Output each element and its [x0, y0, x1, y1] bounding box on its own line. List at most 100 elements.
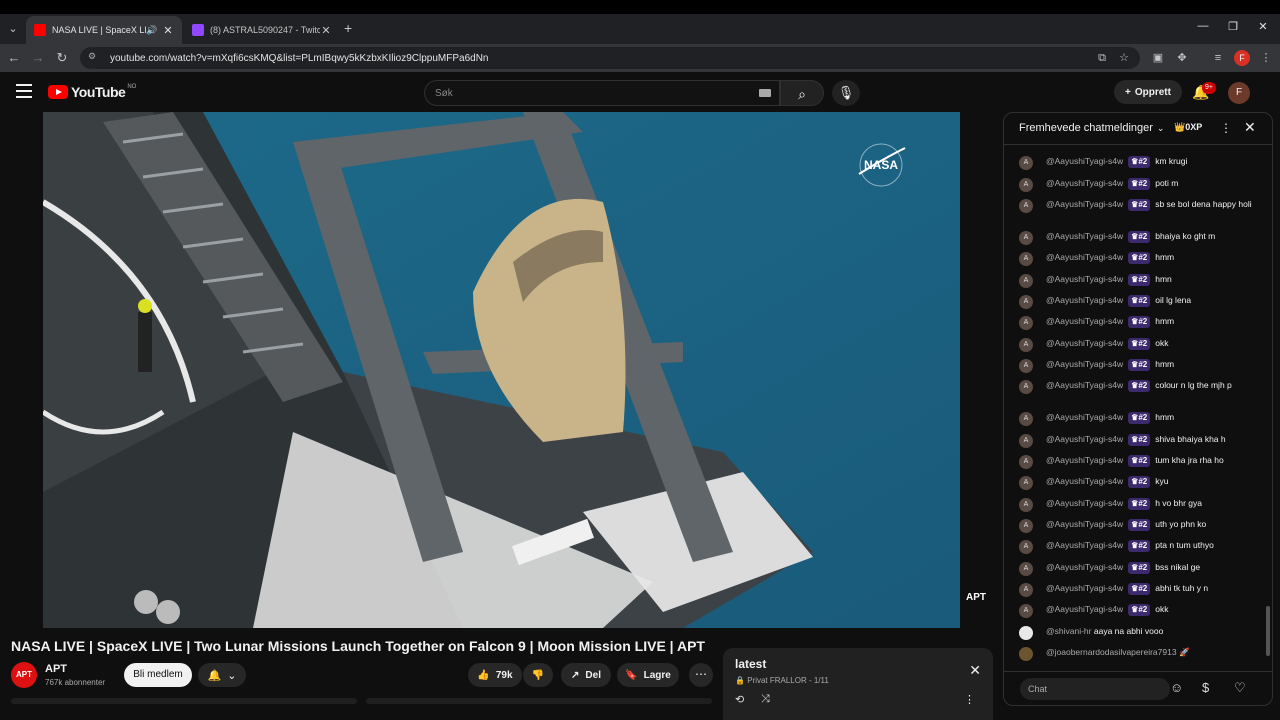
chat-message[interactable]: A @AayushiTyagi-s4w ♛#2 km krugi	[1004, 155, 1266, 170]
chat-author[interactable]: @AayushiTyagi-s4w	[1046, 498, 1123, 508]
chat-avatar[interactable]: A	[1019, 316, 1033, 330]
chat-avatar[interactable]: A	[1019, 562, 1033, 576]
install-app-icon[interactable]: ⧉	[1094, 50, 1110, 66]
account-avatar[interactable]: F	[1228, 82, 1250, 104]
close-window-icon[interactable]: ✕	[1248, 20, 1278, 33]
join-button[interactable]: Bli medlem	[124, 663, 192, 687]
chat-author[interactable]: @AayushiTyagi-s4w	[1046, 380, 1123, 390]
chat-avatar[interactable]: A	[1019, 434, 1033, 448]
channel-avatar[interactable]: APT	[11, 662, 37, 688]
chat-avatar[interactable]: A	[1019, 583, 1033, 597]
save-button[interactable]: 🔖 Lagre	[617, 663, 679, 687]
chat-author[interactable]: @AayushiTyagi-s4w	[1046, 156, 1123, 166]
close-tab-icon[interactable]: ✕	[162, 24, 174, 37]
chat-message[interactable]: A @AayushiTyagi-s4w ♛#2 shiva bhaiya kha h	[1004, 433, 1266, 448]
chat-author[interactable]: @AayushiTyagi-s4w	[1046, 338, 1123, 348]
chat-author[interactable]: @AayushiTyagi-s4w	[1046, 274, 1123, 284]
youtube-logo[interactable]: YouTube NO	[48, 84, 136, 100]
chat-message[interactable]: A @AayushiTyagi-s4w ♛#2 h vo bhr gya	[1004, 497, 1266, 512]
chat-message[interactable]: A @AayushiTyagi-s4w ♛#2 kyu	[1004, 475, 1266, 490]
hamburger-menu-icon[interactable]	[16, 84, 32, 98]
back-icon[interactable]: ←	[6, 50, 22, 66]
keyboard-icon[interactable]	[759, 89, 771, 97]
chat-author[interactable]: @shivani-hr	[1046, 626, 1091, 636]
chat-author[interactable]: @AayushiTyagi-s4w	[1046, 231, 1123, 241]
chat-mode-dropdown[interactable]: Fremhevede chatmeldinger ⌄	[1019, 122, 1164, 134]
chat-scrollbar[interactable]	[1266, 606, 1270, 656]
tab-youtube[interactable]: NASA LIVE | SpaceX LIVE | T 🔊 ✕	[26, 16, 182, 44]
dislike-button[interactable]: 👎	[523, 663, 553, 687]
bookmark-star-icon[interactable]: ☆	[1116, 50, 1132, 66]
chat-message[interactable]: A @AayushiTyagi-s4w ♛#2 tum kha jra rha ho	[1004, 454, 1266, 469]
chat-avatar[interactable]: A	[1019, 498, 1033, 512]
chat-avatar[interactable]: A	[1019, 604, 1033, 618]
chat-author[interactable]: @AayushiTyagi-s4w	[1046, 476, 1123, 486]
chat-message[interactable]: A @AayushiTyagi-s4w ♛#2 colour n lg the mjh…	[1004, 379, 1266, 394]
chat-avatar[interactable]	[1019, 647, 1033, 661]
chat-author[interactable]: @joaobernardodasilvapereira7913	[1046, 647, 1177, 657]
chat-author[interactable]: @AayushiTyagi-s4w	[1046, 540, 1123, 550]
create-button[interactable]: + Opprett	[1114, 80, 1182, 104]
speaker-icon[interactable]: 🔊	[146, 25, 158, 36]
close-chat-icon[interactable]: ✕	[1244, 119, 1256, 136]
chat-message[interactable]: A @AayushiTyagi-s4w ♛#2 hmm	[1004, 411, 1266, 426]
playlist-more-icon[interactable]: ⋮	[964, 693, 975, 706]
media-queue-icon[interactable]: ≡	[1210, 50, 1226, 66]
search-input[interactable]: Søk	[424, 80, 780, 106]
chat-message[interactable]: A @AayushiTyagi-s4w ♛#2 sb se bol dena happ…	[1004, 198, 1266, 213]
chat-avatar[interactable]: A	[1019, 380, 1033, 394]
playlist-title[interactable]: latest	[735, 657, 766, 671]
chat-author[interactable]: @AayushiTyagi-s4w	[1046, 455, 1123, 465]
share-button[interactable]: ↗ Del	[561, 663, 611, 687]
restore-icon[interactable]: ❐	[1218, 20, 1248, 33]
tab-twitch[interactable]: (8) ASTRAL5090247 - Twitch ✕	[184, 16, 340, 44]
chat-avatar[interactable]: A	[1019, 519, 1033, 533]
chat-message[interactable]: A @AayushiTyagi-s4w ♛#2 oil lg lena	[1004, 294, 1266, 309]
chat-avatar[interactable]: A	[1019, 199, 1033, 213]
close-tab-icon[interactable]: ✕	[320, 24, 332, 37]
chat-author[interactable]: @AayushiTyagi-s4w	[1046, 252, 1123, 262]
minimize-icon[interactable]: —	[1188, 20, 1218, 32]
new-tab-icon[interactable]: +	[344, 20, 352, 36]
chat-author[interactable]: @AayushiTyagi-s4w	[1046, 199, 1123, 209]
chat-message[interactable]: A @AayushiTyagi-s4w ♛#2 hmm	[1004, 315, 1266, 330]
chat-author[interactable]: @AayushiTyagi-s4w	[1046, 412, 1123, 422]
chat-message[interactable]: A @AayushiTyagi-s4w ♛#2 hmm	[1004, 358, 1266, 373]
chat-avatar[interactable]: A	[1019, 540, 1033, 554]
chat-message[interactable]: A @AayushiTyagi-s4w ♛#2 okk	[1004, 337, 1266, 352]
chat-more-icon[interactable]: ⋮	[1220, 121, 1232, 135]
chat-author[interactable]: @AayushiTyagi-s4w	[1046, 359, 1123, 369]
chat-author[interactable]: @AayushiTyagi-s4w	[1046, 434, 1123, 444]
chat-message[interactable]: A @AayushiTyagi-s4w ♛#2 bss nikal ge	[1004, 561, 1266, 576]
chat-author[interactable]: @AayushiTyagi-s4w	[1046, 519, 1123, 529]
chat-avatar[interactable]: A	[1019, 338, 1033, 352]
like-button[interactable]: 👍 79k	[468, 663, 522, 687]
chat-message[interactable]: A @AayushiTyagi-s4w ♛#2 okk	[1004, 603, 1266, 618]
chat-avatar[interactable]: A	[1019, 178, 1033, 192]
close-playlist-icon[interactable]: ✕	[969, 662, 981, 679]
chat-message[interactable]: A @AayushiTyagi-s4w ♛#2 pta n tum uthyo	[1004, 539, 1266, 554]
chat-message[interactable]: @joaobernardodasilvapereira7913 🚀	[1004, 646, 1266, 661]
chat-message[interactable]: A @AayushiTyagi-s4w ♛#2 abhi tk tuh y n	[1004, 582, 1266, 597]
loop-icon[interactable]: ⟲	[735, 693, 744, 706]
heart-icon[interactable]: ♡	[1234, 680, 1246, 696]
chat-avatar[interactable]	[1019, 626, 1033, 640]
chat-author[interactable]: @AayushiTyagi-s4w	[1046, 604, 1123, 614]
chat-author[interactable]: @AayushiTyagi-s4w	[1046, 178, 1123, 188]
browser-menu-icon[interactable]: ⋮	[1258, 50, 1274, 66]
tab-search-icon[interactable]: ⌄	[4, 20, 22, 38]
chat-author[interactable]: @AayushiTyagi-s4w	[1046, 562, 1123, 572]
chat-message[interactable]: A @AayushiTyagi-s4w ♛#2 uth yo phn ko	[1004, 518, 1266, 533]
chat-message[interactable]: A @AayushiTyagi-s4w ♛#2 bhaiya ko ght m	[1004, 230, 1266, 245]
more-actions-button[interactable]: ⋯	[689, 663, 713, 687]
reload-icon[interactable]: ↻	[54, 50, 70, 66]
chat-author[interactable]: @AayushiTyagi-s4w	[1046, 583, 1123, 593]
forward-icon[interactable]: →	[30, 50, 46, 66]
browser-profile-avatar[interactable]: F	[1234, 50, 1250, 66]
chat-avatar[interactable]: A	[1019, 156, 1033, 170]
chat-avatar[interactable]: A	[1019, 359, 1033, 373]
voice-search-button[interactable]: 🎙	[832, 80, 860, 106]
channel-name[interactable]: APT	[45, 663, 67, 675]
video-player[interactable]: NASA	[43, 112, 960, 628]
site-info-icon[interactable]: ⚙	[88, 51, 102, 65]
